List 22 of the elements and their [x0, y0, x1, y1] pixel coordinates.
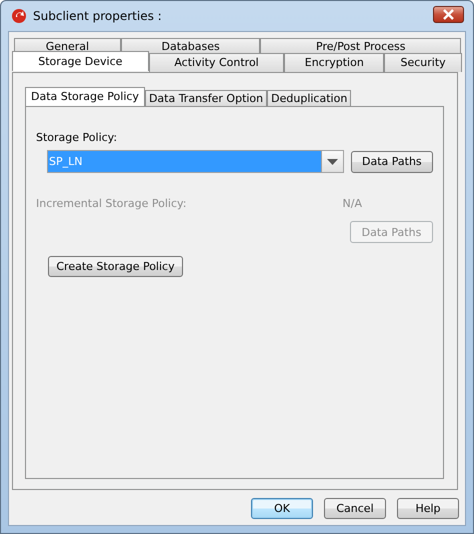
dialog-button[interactable]: OK	[251, 498, 313, 519]
close-icon	[442, 8, 455, 20]
field-label: Incremental Storage Policy:	[36, 197, 186, 210]
tab[interactable]: Encryption	[284, 53, 384, 72]
data-paths-button[interactable]: Data Paths	[350, 150, 433, 172]
tab[interactable]: Storage Device	[12, 51, 149, 71]
dropdown-arrow-icon	[326, 158, 338, 164]
dialog-button[interactable]: Help	[397, 498, 459, 519]
close-button[interactable]	[433, 6, 464, 22]
tab[interactable]: Data Storage Policy	[25, 87, 145, 106]
app-logo-icon	[11, 8, 27, 24]
tab[interactable]: Data Transfer Option	[144, 90, 268, 106]
field-value: N/A	[342, 197, 362, 210]
tab[interactable]: Deduplication	[267, 90, 352, 106]
create-storage-policy-button[interactable]: Create Storage Policy	[48, 256, 183, 277]
tab[interactable]: Security	[384, 53, 462, 72]
tab[interactable]: Databases	[120, 38, 260, 54]
field-label: Storage Policy:	[36, 131, 118, 144]
dialog-button[interactable]: Cancel	[324, 498, 386, 519]
tab[interactable]: Activity Control	[148, 53, 284, 72]
window-title: Subclient properties :	[33, 9, 163, 23]
tab[interactable]: Pre/Post Process	[260, 38, 461, 54]
